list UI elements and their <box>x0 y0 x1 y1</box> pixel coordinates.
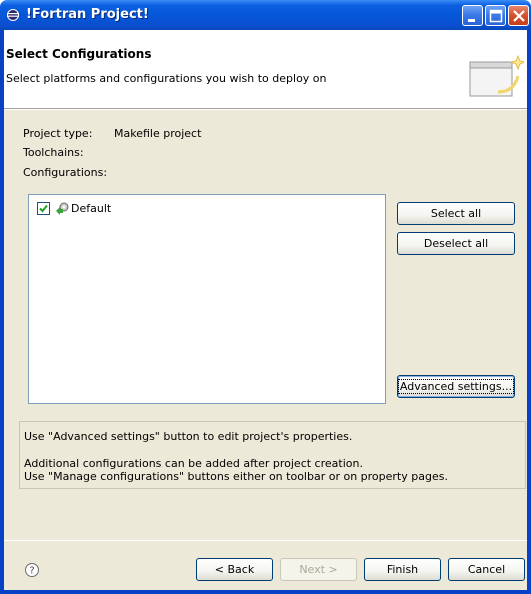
next-button[interactable]: Next > <box>280 558 357 581</box>
advanced-settings-label: Advanced settings... <box>397 379 515 394</box>
configuration-icon <box>56 202 69 215</box>
toolchains-label: Toolchains: <box>23 146 84 159</box>
info-line: Use "Manage configurations" buttons eith… <box>24 470 448 483</box>
project-type-value: Makefile project <box>114 127 202 140</box>
list-item[interactable]: Default <box>37 200 111 216</box>
window-frame-right <box>527 30 531 594</box>
window-title: !Fortran Project! <box>26 7 149 22</box>
page-title: Select Configurations <box>6 47 152 61</box>
project-type-label: Project type: <box>23 127 93 140</box>
wizard-header: Select Configurations Select platforms a… <box>4 30 527 109</box>
svg-text:?: ? <box>29 566 34 577</box>
finish-button[interactable]: Finish <box>364 558 441 581</box>
advanced-settings-button[interactable]: Advanced settings... <box>397 375 515 398</box>
window-frame-left <box>0 30 4 594</box>
window-frame-bottom <box>0 590 531 594</box>
minimize-icon <box>468 19 475 22</box>
info-line: Additional configurations can be added a… <box>24 457 363 470</box>
page-description: Select platforms and configurations you … <box>6 72 327 85</box>
title-bar[interactable]: !Fortran Project! <box>0 0 531 30</box>
select-all-button[interactable]: Select all <box>397 202 515 225</box>
configurations-list[interactable]: Default <box>28 194 386 404</box>
eclipse-icon <box>7 9 19 21</box>
cancel-button[interactable]: Cancel <box>448 558 525 581</box>
minimize-button[interactable] <box>462 5 483 26</box>
close-icon <box>513 10 525 22</box>
config-label: Default <box>71 201 112 215</box>
help-icon[interactable]: ? <box>24 562 40 578</box>
deselect-all-button[interactable]: Deselect all <box>397 232 515 255</box>
maximize-icon <box>489 9 503 23</box>
info-line: Use "Advanced settings" button to edit p… <box>24 430 353 443</box>
back-button[interactable]: < Back <box>196 558 273 581</box>
wizard-banner-icon <box>469 54 524 97</box>
configurations-label: Configurations: <box>23 166 108 179</box>
default-config-checkbox[interactable] <box>37 201 50 215</box>
maximize-button[interactable] <box>485 5 506 26</box>
close-button[interactable] <box>508 5 529 26</box>
info-box: Use "Advanced settings" button to edit p… <box>19 421 526 489</box>
checkmark-icon <box>39 204 48 212</box>
